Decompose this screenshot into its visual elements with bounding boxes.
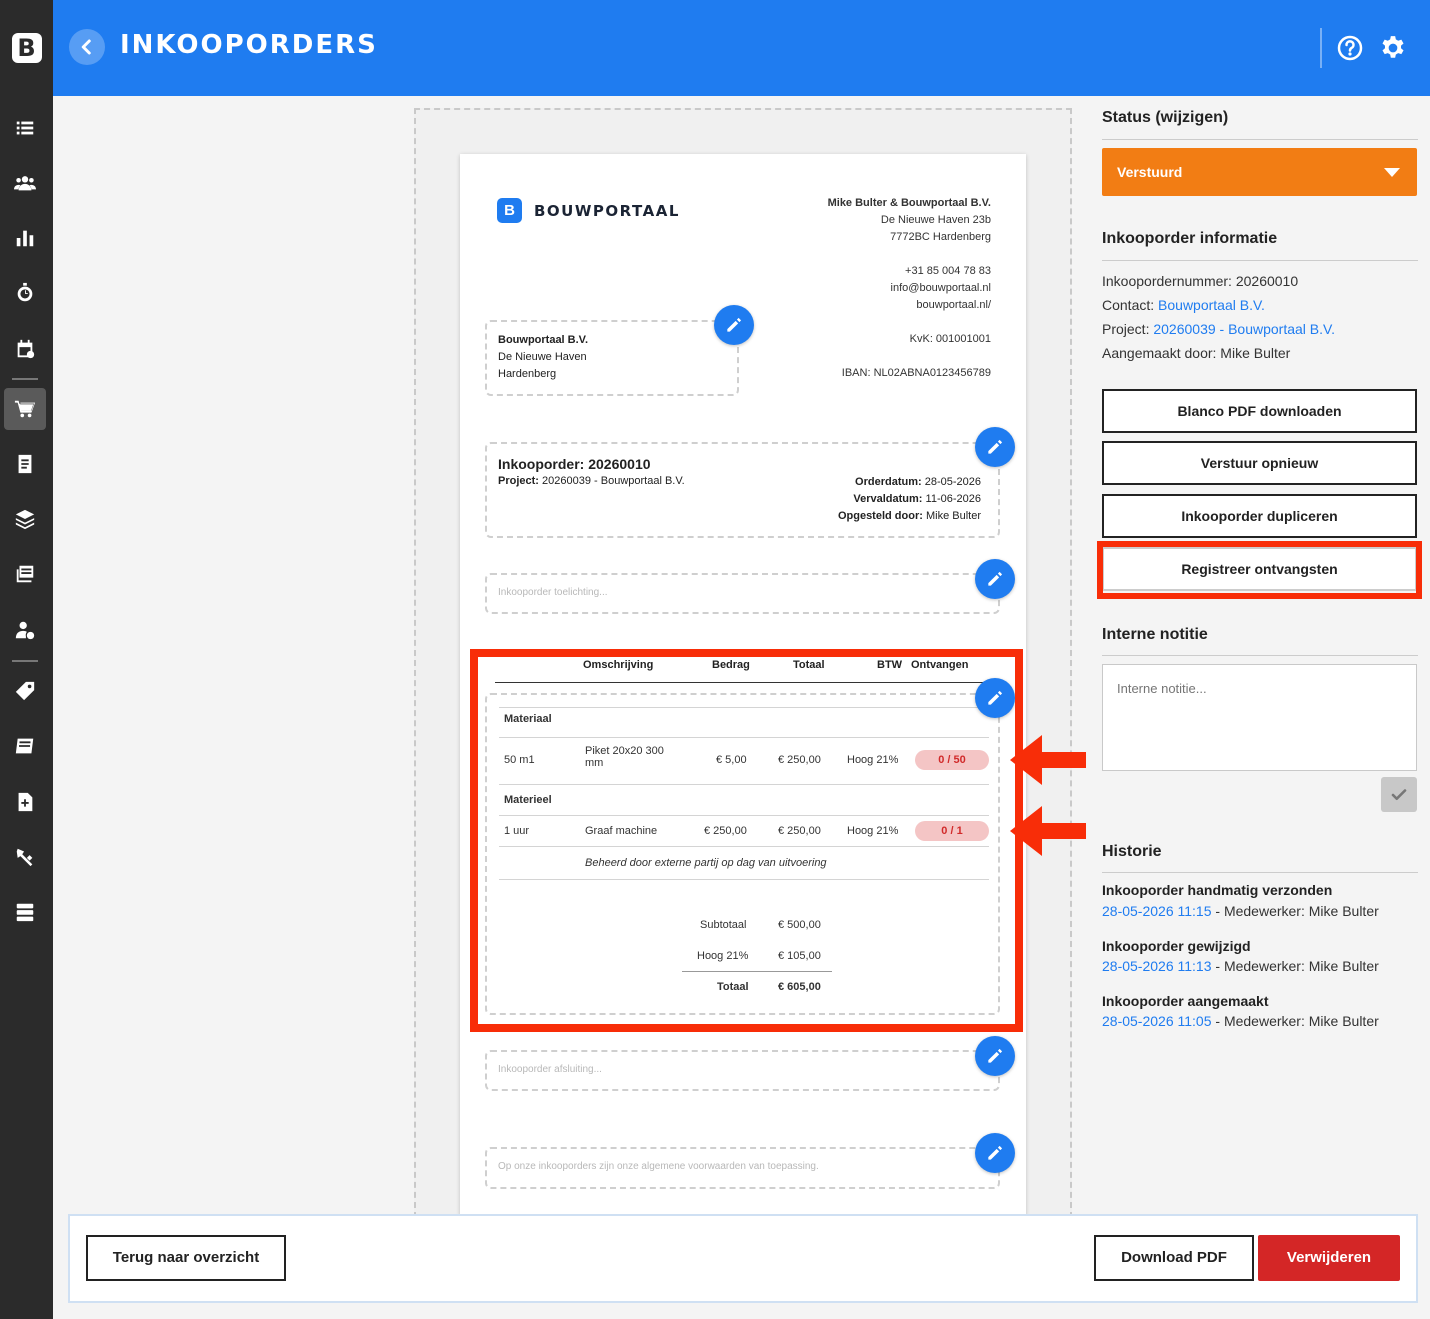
- company-details: Mike Bulter & Bouwportaal B.V. De Nieuwe…: [828, 195, 991, 382]
- pencil-icon: [727, 317, 742, 332]
- download-pdf-button[interactable]: Download PDF: [1094, 1235, 1254, 1281]
- document-brand: B BOUWPORTAAL: [497, 198, 680, 223]
- back-button[interactable]: [69, 29, 105, 65]
- gear-icon[interactable]: [1380, 35, 1406, 61]
- top-header: INKOOPORDERS: [53, 0, 1430, 96]
- logo-letter: B: [11, 33, 42, 63]
- tag-icon[interactable]: [4, 670, 46, 712]
- edit-toelichting-button[interactable]: [975, 559, 1015, 599]
- calendar-icon[interactable]: [4, 328, 46, 370]
- status-dropdown[interactable]: Verstuurd: [1102, 148, 1417, 196]
- document-icon[interactable]: [4, 443, 46, 485]
- delete-button[interactable]: Verwijderen: [1258, 1235, 1400, 1281]
- user-settings-icon[interactable]: [4, 609, 46, 651]
- company-street: De Nieuwe Haven 23b: [880, 214, 991, 226]
- order-dates: Orderdatum: 28-05-2026 Vervaldatum: 11-0…: [837, 476, 981, 522]
- contact-link[interactable]: Bouwportaal B.V.: [1158, 297, 1265, 313]
- check-icon: [1391, 788, 1407, 800]
- company-name: Mike Bulter & Bouwportaal B.V.: [827, 197, 991, 209]
- divider: [1102, 872, 1418, 873]
- recipient-name: Bouwportaal B.V.: [498, 334, 589, 346]
- action-footer: Terug naar overzicht Download PDF Verwij…: [68, 1214, 1418, 1303]
- company-email: info@bouwportaal.nl: [890, 282, 991, 294]
- divider: [1102, 139, 1418, 140]
- history-item-title: Inkooporder gewijzigd: [1102, 938, 1251, 954]
- server-icon[interactable]: [4, 891, 46, 933]
- internal-notes-input[interactable]: [1102, 664, 1417, 771]
- recipient-address-box: Bouwportaal B.V. De Nieuwe Haven Hardenb…: [485, 320, 739, 396]
- recipient-street: De Nieuwe Haven: [498, 351, 587, 363]
- edit-afsluiting-button[interactable]: [975, 1036, 1015, 1076]
- stopwatch-icon[interactable]: [4, 272, 46, 314]
- book-icon[interactable]: [4, 725, 46, 767]
- company-website: bouwportaal.nl/: [916, 299, 991, 311]
- cart-icon[interactable]: [4, 388, 46, 430]
- company-city: 7772BC Hardenberg: [890, 231, 991, 243]
- brand-logo: B: [497, 198, 522, 223]
- pencil-icon: [988, 571, 1003, 586]
- history-item-title: Inkooporder aangemaakt: [1102, 993, 1269, 1009]
- pencil-icon: [988, 439, 1003, 454]
- history-item-meta: 28-05-2026 11:15 - Medewerker: Mike Bult…: [1102, 903, 1379, 919]
- resend-button[interactable]: Verstuur opnieuw: [1102, 441, 1417, 485]
- file-plus-icon[interactable]: [4, 781, 46, 823]
- help-icon[interactable]: [1337, 35, 1363, 61]
- history-title: Historie: [1102, 843, 1162, 860]
- history-item-meta: 28-05-2026 11:05 - Medewerker: Mike Bult…: [1102, 1013, 1379, 1029]
- project-line: Project: 20260039 - Bouwportaal B.V.: [1102, 321, 1335, 337]
- highlight-register-button: [1097, 541, 1422, 599]
- recipient-city: Hardenberg: [498, 368, 557, 380]
- divider: [1102, 655, 1418, 656]
- voorwaarden-box[interactable]: Op onze inkooporders zijn onze algemene …: [485, 1147, 1000, 1189]
- save-note-button[interactable]: [1381, 777, 1417, 812]
- edit-recipient-button[interactable]: [714, 305, 754, 345]
- toelichting-box[interactable]: Inkooporder toelichting...: [485, 573, 1000, 614]
- notes-title: Interne notitie: [1102, 626, 1208, 643]
- info-title: Inkooporder informatie: [1102, 230, 1278, 247]
- afsluiting-box[interactable]: Inkooporder afsluiting...: [485, 1050, 1000, 1091]
- sidebar: B: [0, 0, 53, 1319]
- back-to-overview-button[interactable]: Terug naar overzicht: [86, 1235, 286, 1281]
- chevron-left-icon: [81, 39, 91, 55]
- highlight-items-table: [470, 649, 1023, 1032]
- tools-icon[interactable]: [4, 836, 46, 878]
- duplicate-button[interactable]: Inkooporder dupliceren: [1102, 494, 1417, 538]
- chart-icon[interactable]: [4, 217, 46, 259]
- status-value: Verstuurd: [1117, 164, 1183, 180]
- caret-down-icon: [1384, 168, 1400, 177]
- company-iban: IBAN: NL02ABNA0123456789: [841, 367, 991, 379]
- company-phone: +31 85 004 78 83: [905, 265, 991, 277]
- edit-order-button[interactable]: [975, 427, 1015, 467]
- history-item-meta: 28-05-2026 11:13 - Medewerker: Mike Bult…: [1102, 958, 1379, 974]
- stack-icon[interactable]: [4, 553, 46, 595]
- arrow-left-icon: [1010, 806, 1086, 856]
- sidebar-divider: [12, 660, 38, 662]
- pencil-icon: [988, 1145, 1003, 1160]
- status-title: Status (wijzigen): [1102, 109, 1229, 126]
- history-item-title: Inkooporder handmatig verzonden: [1102, 882, 1333, 898]
- app-logo[interactable]: B: [0, 0, 53, 96]
- sidebar-divider: [12, 378, 38, 380]
- header-divider: [1320, 28, 1322, 68]
- contact-line: Contact: Bouwportaal B.V.: [1102, 297, 1265, 313]
- created-by: Aangemaakt door: Mike Bulter: [1102, 345, 1291, 361]
- list-icon[interactable]: [4, 107, 46, 149]
- arrow-left-icon: [1010, 735, 1086, 785]
- layers-icon[interactable]: [4, 498, 46, 540]
- company-kvk: KvK: 001001001: [909, 333, 991, 345]
- divider: [1102, 260, 1418, 261]
- edit-voorwaarden-button[interactable]: [975, 1133, 1015, 1173]
- order-title: Inkooporder: 20260010: [498, 456, 651, 472]
- page-title: INKOOPORDERS: [120, 30, 378, 60]
- project-link[interactable]: 20260039 - Bouwportaal B.V.: [1153, 321, 1335, 337]
- pencil-icon: [988, 1048, 1003, 1063]
- order-details-box: Inkooporder: 20260010 Project: 20260039 …: [485, 442, 1000, 538]
- users-icon[interactable]: [4, 162, 46, 204]
- brand-name: BOUWPORTAAL: [534, 201, 680, 220]
- blanco-pdf-button[interactable]: Blanco PDF downloaden: [1102, 389, 1417, 433]
- order-number: Inkoopordernummer: 20260010: [1102, 273, 1299, 289]
